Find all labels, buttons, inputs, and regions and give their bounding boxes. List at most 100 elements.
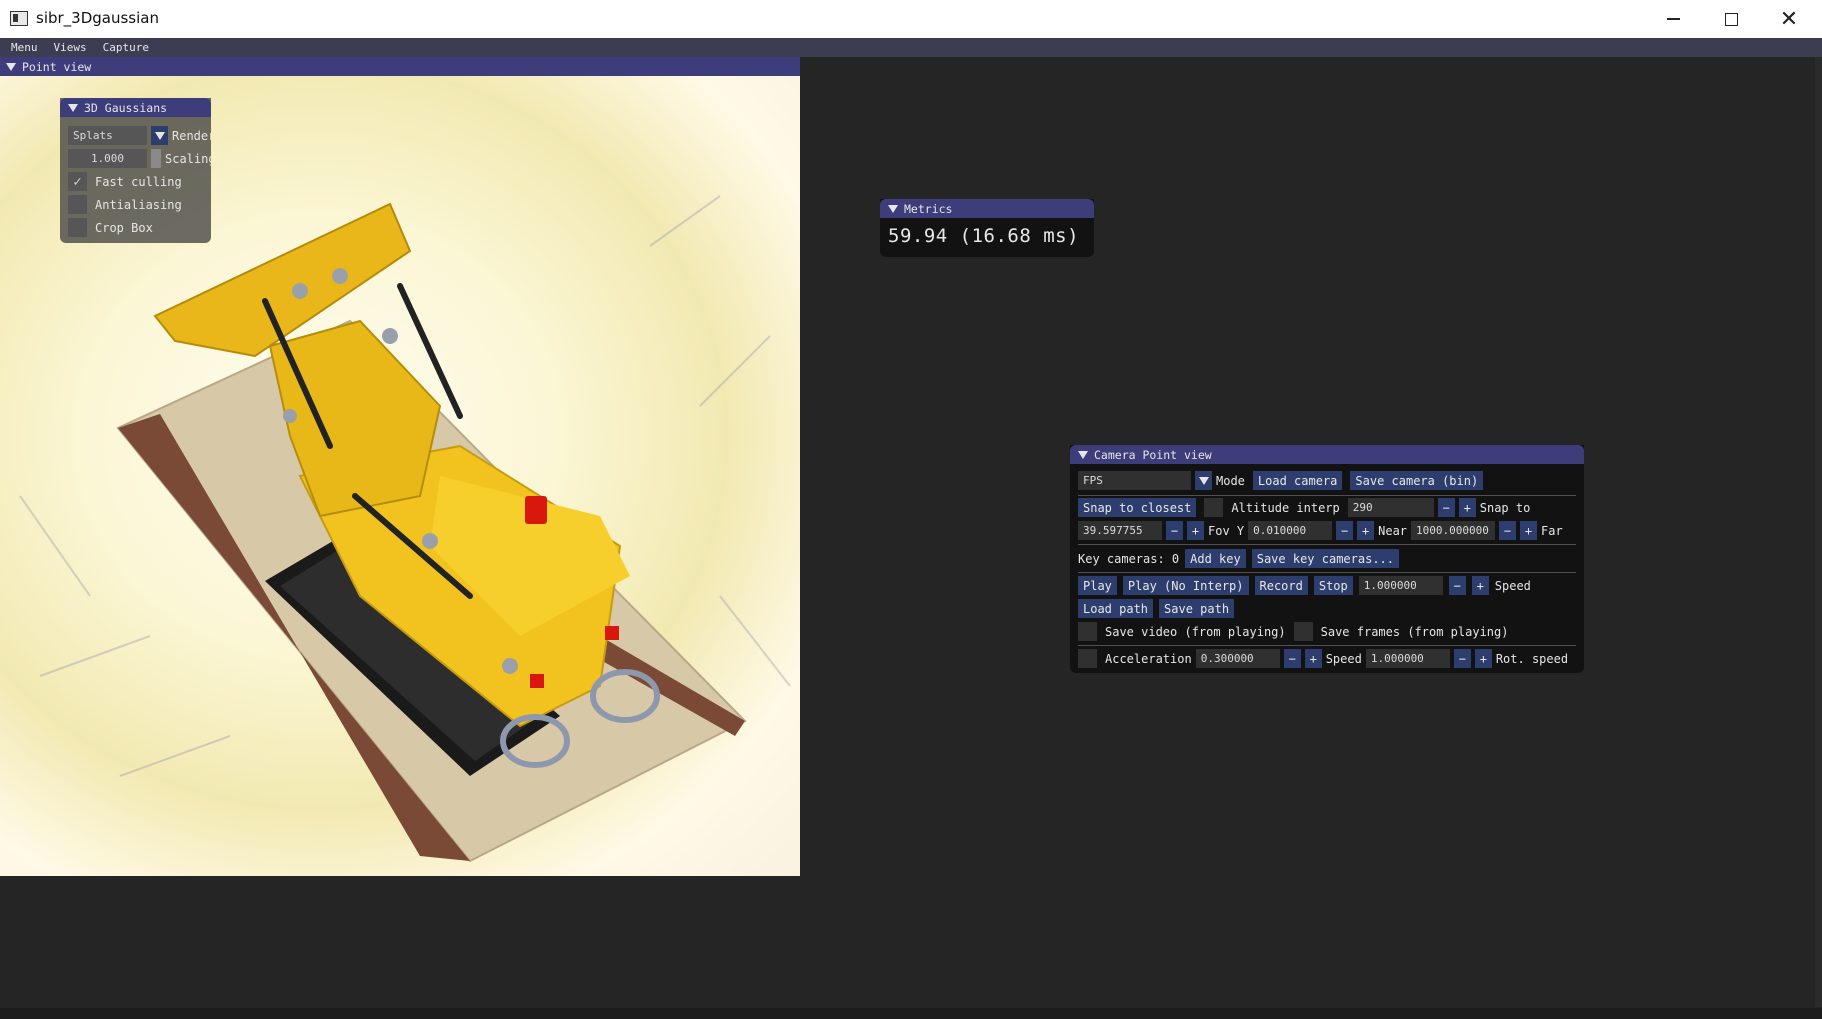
scaling-slider-handle[interactable] (151, 149, 161, 168)
acceleration-input[interactable]: 0.300000 (1195, 649, 1280, 668)
save-key-cameras-button[interactable]: Save key cameras... (1251, 549, 1400, 568)
near-input[interactable]: 0.010000 (1248, 521, 1333, 540)
collapse-arrow-icon[interactable] (1078, 450, 1088, 459)
window-edge (1815, 57, 1822, 1007)
collapse-arrow-icon[interactable] (68, 103, 78, 112)
render-viewport[interactable]: 3D Gaussians Splats Render 1.000 Scaling… (0, 76, 800, 876)
render-mode-combo[interactable]: Splats (68, 126, 147, 145)
metrics-panel-title: Metrics (904, 201, 953, 216)
acceleration-decrement-button[interactable]: − (1283, 649, 1301, 668)
gaussians-panel-title-bar[interactable]: 3D Gaussians (60, 98, 211, 117)
fps-readout: 59.94 (16.68 ms) (888, 225, 1080, 247)
camera-panel-title-bar[interactable]: Camera Point view (1070, 445, 1584, 464)
far-input[interactable]: 1000.000000 (1411, 521, 1496, 540)
app-icon (10, 11, 28, 26)
save-frames-checkbox[interactable] (1293, 622, 1313, 641)
maximize-button[interactable] (1702, 0, 1760, 38)
playback-speed-increment-button[interactable]: + (1471, 576, 1489, 595)
save-frames-label: Save frames (from playing) (1320, 624, 1509, 639)
far-label: Far (1541, 523, 1563, 538)
antialiasing-label: Antialiasing (95, 197, 182, 212)
acceleration-checkbox[interactable] (1078, 649, 1097, 668)
scaling-input[interactable]: 1.000 (68, 149, 147, 168)
menu-item-capture[interactable]: Capture (103, 41, 149, 54)
acceleration-increment-button[interactable]: + (1304, 649, 1322, 668)
fov-decrement-button[interactable]: − (1166, 521, 1183, 540)
minimize-button[interactable] (1644, 0, 1702, 38)
separator (1078, 495, 1576, 496)
near-increment-button[interactable]: + (1357, 521, 1375, 540)
save-video-label: Save video (from playing) (1105, 624, 1286, 639)
point-view-title: Point view (22, 59, 92, 74)
maximize-icon (1724, 12, 1738, 26)
snap-to-closest-button[interactable]: Snap to closest (1078, 498, 1197, 517)
rot-speed-label: Rot. speed (1495, 651, 1569, 666)
crop-box-label: Crop Box (95, 220, 153, 235)
camera-panel: Camera Point view FPS Mode Load camera S… (1070, 445, 1584, 673)
record-button[interactable]: Record (1254, 576, 1308, 595)
acceleration-label: Acceleration (1105, 651, 1192, 666)
far-increment-button[interactable]: + (1520, 521, 1538, 540)
antialiasing-checkbox[interactable] (68, 195, 87, 214)
menu-item-menu[interactable]: Menu (11, 41, 38, 54)
playback-speed-label: Speed (1494, 578, 1531, 593)
playback-speed-input[interactable]: 1.000000 (1358, 576, 1443, 595)
fov-label: Fov Y (1208, 523, 1245, 538)
speed-label: Speed (1325, 651, 1362, 666)
play-button[interactable]: Play (1078, 576, 1117, 595)
render-label: Render (172, 128, 211, 143)
save-video-checkbox[interactable] (1078, 622, 1097, 641)
playback-speed-decrement-button[interactable]: − (1448, 576, 1466, 595)
title-bar: sibr_3Dgaussian ✕ (0, 0, 1822, 38)
bottom-edge (0, 1008, 1822, 1019)
speed-input[interactable]: 1.000000 (1365, 649, 1450, 668)
near-decrement-button[interactable]: − (1336, 521, 1354, 540)
separator (1078, 572, 1576, 573)
metrics-panel-title-bar[interactable]: Metrics (880, 199, 1094, 218)
gaussians-panel-title: 3D Gaussians (84, 100, 168, 115)
camera-mode-combo[interactable]: FPS (1078, 471, 1191, 490)
collapse-arrow-icon[interactable] (6, 62, 16, 71)
minimize-icon (1666, 18, 1680, 20)
separator (1078, 544, 1576, 545)
far-decrement-button[interactable]: − (1499, 521, 1517, 540)
play-no-interp-button[interactable]: Play (No Interp) (1122, 576, 1249, 595)
fast-culling-label: Fast culling (95, 174, 182, 189)
speed-increment-button[interactable]: + (1474, 649, 1492, 668)
point-view-title-bar[interactable]: Point view (0, 57, 800, 76)
separator (1078, 645, 1576, 646)
stop-button[interactable]: Stop (1313, 576, 1353, 595)
load-path-button[interactable]: Load path (1078, 599, 1154, 618)
key-cameras-label: Key cameras: 0 (1078, 551, 1180, 566)
collapse-arrow-icon[interactable] (888, 204, 898, 213)
gaussians-panel: 3D Gaussians Splats Render 1.000 Scaling… (60, 98, 211, 243)
altitude-input[interactable]: 290 (1347, 498, 1434, 517)
save-camera-bin-button[interactable]: Save camera (bin) (1350, 471, 1484, 490)
fast-culling-checkbox[interactable]: ✓ (68, 172, 87, 191)
save-path-button[interactable]: Save path (1159, 599, 1235, 618)
menu-item-views[interactable]: Views (54, 41, 87, 54)
crop-box-checkbox[interactable] (68, 218, 87, 237)
chevron-down-icon (1198, 476, 1209, 485)
load-camera-button[interactable]: Load camera (1252, 471, 1343, 490)
near-label: Near (1378, 523, 1408, 538)
close-button[interactable]: ✕ (1760, 0, 1818, 38)
altitude-decrement-button[interactable]: − (1437, 498, 1455, 517)
metrics-panel: Metrics 59.94 (16.68 ms) (880, 199, 1094, 257)
camera-mode-dropdown-button[interactable] (1195, 471, 1212, 490)
snap-to-label: Snap to (1479, 500, 1531, 515)
checkmark-icon: ✓ (73, 173, 82, 190)
altitude-interp-checkbox[interactable] (1204, 498, 1224, 517)
altitude-interp-label: Altitude interp (1231, 500, 1340, 515)
speed-decrement-button[interactable]: − (1453, 649, 1471, 668)
add-key-button[interactable]: Add key (1185, 549, 1246, 568)
scaling-label: Scaling (165, 151, 211, 166)
fov-increment-button[interactable]: + (1187, 521, 1204, 540)
window-title: sibr_3Dgaussian (36, 9, 159, 27)
altitude-increment-button[interactable]: + (1458, 498, 1476, 517)
close-icon: ✕ (1779, 6, 1799, 32)
render-mode-dropdown-button[interactable] (151, 126, 168, 145)
fov-input[interactable]: 39.597755 (1078, 521, 1162, 540)
chevron-down-icon (154, 131, 165, 140)
menu-bar: Menu Views Capture (0, 38, 1822, 57)
